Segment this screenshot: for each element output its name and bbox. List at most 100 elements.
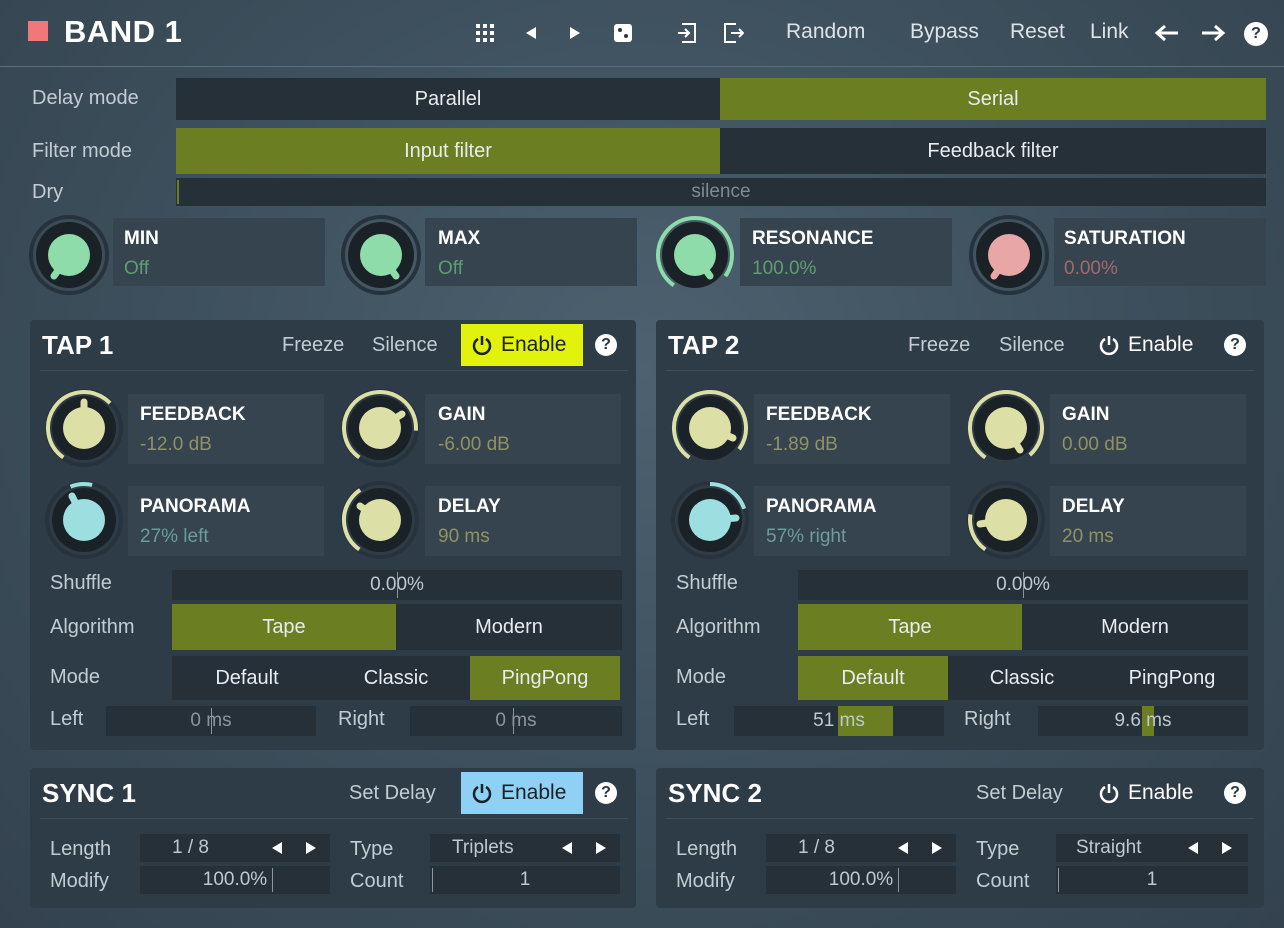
- sync2-type-prev-icon[interactable]: [1188, 842, 1198, 854]
- tap2-feedback-knob[interactable]: [670, 388, 750, 468]
- delay-mode-parallel[interactable]: Parallel: [176, 78, 720, 120]
- tap2-delay-knob[interactable]: [966, 480, 1046, 560]
- dry-slider-marker: [177, 180, 179, 204]
- export-preset-icon[interactable]: [720, 18, 746, 48]
- tap2-silence-button[interactable]: Silence: [999, 334, 1065, 357]
- tap2-gain-value: 0.00 dB: [1062, 434, 1128, 455]
- sync1-type-prev-icon[interactable]: [562, 842, 572, 854]
- sync1-length-prev-icon[interactable]: [272, 842, 282, 854]
- sync1-length-next-icon[interactable]: [306, 842, 316, 854]
- sync1-modify-value: 100.0%: [202, 869, 268, 890]
- sync1-modify-marker: [272, 868, 273, 892]
- sync2-count-slider[interactable]: 1: [1056, 866, 1248, 894]
- tap2-gain-knob[interactable]: [966, 388, 1046, 468]
- sync1-modify-slider[interactable]: 100.0%: [140, 866, 330, 894]
- sync2-length-selector[interactable]: 1 / 8: [766, 834, 956, 862]
- band-color-swatch[interactable]: [28, 21, 48, 41]
- bypass-button[interactable]: Bypass: [910, 20, 979, 44]
- tap1-mode-default[interactable]: Default: [172, 656, 322, 700]
- power-icon: [472, 336, 492, 356]
- tap1-algorithm-tape[interactable]: Tape: [172, 604, 396, 650]
- presets-grid-icon[interactable]: [472, 18, 498, 48]
- sync2-type-next-icon[interactable]: [1222, 842, 1232, 854]
- sync1-count-marker: [432, 868, 433, 892]
- tap2-mode-label: Mode: [676, 666, 727, 688]
- tap2-divider: [666, 370, 1254, 371]
- tap2-algorithm-tape[interactable]: Tape: [798, 604, 1022, 650]
- min-knob[interactable]: [28, 214, 110, 296]
- tap1-panorama-value: 27% left: [140, 526, 209, 547]
- tap1-mode-classic[interactable]: Classic: [322, 656, 470, 700]
- sync2-help-icon[interactable]: ?: [1224, 782, 1246, 804]
- min-value: Off: [124, 258, 149, 279]
- sync1-divider: [40, 818, 628, 819]
- max-title: MAX: [438, 228, 481, 249]
- sync2-modify-slider[interactable]: 100.0%: [766, 866, 956, 894]
- tap1-divider: [40, 370, 628, 371]
- randomize-dice-icon[interactable]: [610, 18, 636, 48]
- sync1-count-label: Count: [350, 870, 404, 892]
- max-value: Off: [438, 258, 463, 279]
- tap1-feedback-title: FEEDBACK: [140, 404, 246, 425]
- tap2-mode-default[interactable]: Default: [798, 656, 948, 700]
- next-preset-icon[interactable]: [564, 18, 586, 48]
- tap1-algorithm-modern[interactable]: Modern: [396, 604, 622, 650]
- tap2-enable-button[interactable]: Enable: [1090, 324, 1212, 366]
- tap1-mode-pingpong[interactable]: PingPong: [470, 656, 620, 700]
- tap2-enable-label: Enable: [1128, 333, 1194, 356]
- filter-mode-feedback-filter[interactable]: Feedback filter: [720, 128, 1266, 174]
- sync1-help-icon[interactable]: ?: [595, 782, 617, 804]
- sync2-type-selector[interactable]: Straight: [1056, 834, 1248, 862]
- sync2-divider: [666, 818, 1254, 819]
- previous-preset-icon[interactable]: [520, 18, 542, 48]
- sync1-set-delay-button[interactable]: Set Delay: [349, 782, 436, 805]
- tap1-gain-knob[interactable]: [340, 388, 420, 468]
- sync2-length-next-icon[interactable]: [932, 842, 942, 854]
- sync1-enable-button[interactable]: Enable: [461, 772, 583, 814]
- tap1-right-slider[interactable]: 0 ms: [410, 706, 622, 736]
- tap1-feedback-knob[interactable]: [44, 388, 124, 468]
- import-preset-icon[interactable]: [674, 18, 700, 48]
- sync2-set-delay-button[interactable]: Set Delay: [976, 782, 1063, 805]
- band-title[interactable]: BAND 1: [64, 14, 182, 50]
- link-button[interactable]: Link: [1090, 20, 1129, 44]
- tap2-mode-pingpong[interactable]: PingPong: [1096, 656, 1248, 700]
- tap2-right-label: Right: [964, 708, 1011, 730]
- tap2-freeze-button[interactable]: Freeze: [908, 334, 970, 357]
- sync1-length-selector[interactable]: 1 / 8: [140, 834, 330, 862]
- sync1-length-value: 1 / 8: [172, 837, 209, 858]
- filter-mode-input-filter[interactable]: Input filter: [176, 128, 720, 174]
- max-knob[interactable]: [340, 214, 422, 296]
- sync2-length-prev-icon[interactable]: [898, 842, 908, 854]
- reset-button[interactable]: Reset: [1010, 20, 1065, 44]
- saturation-value: 0.00%: [1064, 258, 1118, 279]
- redo-arrow-icon[interactable]: [1196, 18, 1230, 48]
- tap2-help-icon[interactable]: ?: [1224, 334, 1246, 356]
- tap1-algorithm-label: Algorithm: [50, 616, 135, 638]
- tap1-panorama-knob[interactable]: [44, 480, 124, 560]
- sync1-type-selector[interactable]: Triplets: [430, 834, 620, 862]
- tap1-silence-button[interactable]: Silence: [372, 334, 438, 357]
- sync1-count-slider[interactable]: 1: [430, 866, 620, 894]
- tap2-algorithm-modern[interactable]: Modern: [1022, 604, 1248, 650]
- help-icon[interactable]: ?: [1244, 22, 1268, 46]
- delay-mode-serial[interactable]: Serial: [720, 78, 1266, 120]
- tap2-panorama-knob[interactable]: [670, 480, 750, 560]
- tap1-delay-knob[interactable]: [340, 480, 420, 560]
- dry-slider[interactable]: silence: [176, 178, 1266, 206]
- undo-arrow-icon[interactable]: [1150, 18, 1184, 48]
- tap1-right-label: Right: [338, 708, 385, 730]
- resonance-value: 100.0%: [752, 258, 817, 279]
- tap2-title: TAP 2: [668, 330, 740, 360]
- tap2-delay-title: DELAY: [1062, 496, 1125, 517]
- tap1-help-icon[interactable]: ?: [595, 334, 617, 356]
- random-button[interactable]: Random: [786, 20, 865, 44]
- sync2-enable-button[interactable]: Enable: [1090, 772, 1212, 814]
- tap1-right-marker: [513, 708, 514, 734]
- tap1-freeze-button[interactable]: Freeze: [282, 334, 344, 357]
- resonance-knob[interactable]: [654, 214, 736, 296]
- sync1-type-next-icon[interactable]: [596, 842, 606, 854]
- tap2-mode-classic[interactable]: Classic: [948, 656, 1096, 700]
- saturation-knob[interactable]: [968, 214, 1050, 296]
- tap1-enable-button[interactable]: Enable: [461, 324, 583, 366]
